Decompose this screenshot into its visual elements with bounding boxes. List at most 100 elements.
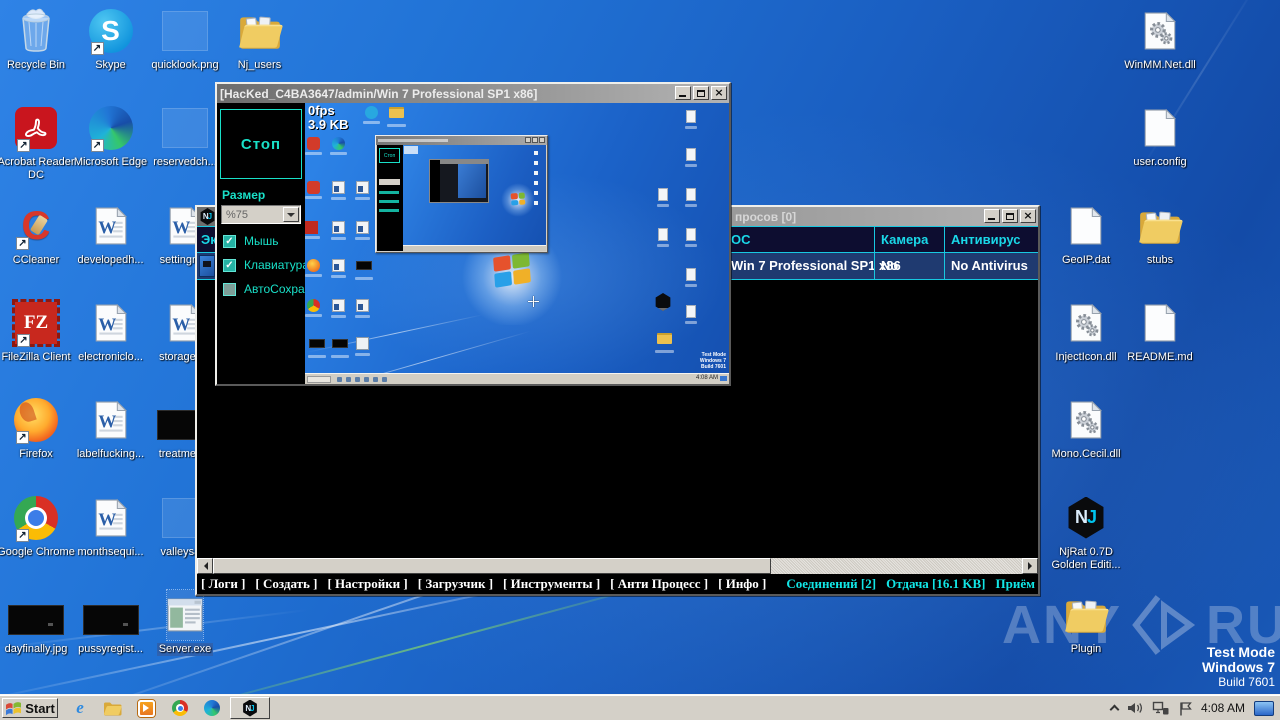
horizontal-scrollbar[interactable] — [197, 558, 1038, 574]
shortcut-arrow-icon: ↗ — [16, 528, 29, 542]
desktop-icon-firefox[interactable]: ↗ Firefox — [0, 395, 78, 461]
icon-label: Mono.Cecil.dll — [1051, 448, 1121, 461]
menu-item-1[interactable]: [ Создать ] — [255, 576, 317, 592]
viewer-titlebar[interactable]: [HacKed_C4BA3647/admin/Win 7 Professiona… — [217, 84, 729, 103]
stop-button[interactable]: Стоп — [220, 109, 302, 179]
checkbox-box[interactable]: ✓ — [223, 234, 236, 248]
desktop-icon-acrobat-reader-dc[interactable]: ↗ Acrobat Reader DC — [0, 103, 78, 182]
combobox-dropdown-button[interactable] — [283, 207, 299, 222]
desktop-icon-microsoft-edge[interactable]: ↗ Microsoft Edge — [69, 103, 153, 169]
nested-screen — [403, 145, 546, 251]
desktop-icon-nj-users[interactable]: Nj_users — [218, 6, 302, 72]
close-button[interactable]: × — [711, 86, 727, 100]
clock[interactable]: 4:08 AM — [1201, 701, 1245, 715]
taskbar-njrat-button[interactable]: NJ — [230, 697, 270, 719]
desktop-icon-skype[interactable]: S ↗ Skype — [69, 6, 153, 72]
checkbox-box[interactable] — [223, 282, 236, 296]
internet-explorer-icon[interactable]: e — [70, 698, 90, 717]
mini-icon — [655, 333, 674, 353]
traffic-value: 3.9 KB — [308, 117, 349, 132]
desktop-icon-recycle-bin[interactable]: Recycle Bin — [0, 6, 78, 72]
svg-text:W: W — [98, 412, 116, 432]
tray-expand-icon[interactable] — [1109, 704, 1120, 715]
desktop-icon-geoip-dat[interactable]: GeoIP.dat — [1044, 201, 1128, 267]
svg-text:W: W — [98, 509, 116, 529]
media-player-icon[interactable] — [136, 699, 156, 717]
desktop-icon-pussyregist[interactable]: pussyregist... — [69, 590, 153, 656]
scrollbar-track[interactable] — [771, 558, 1022, 574]
minimize-button[interactable] — [675, 86, 691, 100]
remote-screen-view[interactable]: 0fps 3.9 KB Стоп Test Mode Windows 7 Bui… — [305, 103, 729, 384]
desktop-icon-quicklook-png[interactable]: quicklook.png — [143, 6, 227, 72]
menu-item-2[interactable]: [ Настройки ] — [327, 576, 407, 592]
checkbox-клавиатура[interactable]: ✓ Клавиатура — [223, 258, 305, 272]
edge-icon[interactable] — [202, 699, 222, 717]
show-desktop-icon[interactable] — [1254, 700, 1274, 716]
desktop-icon-labelfucking[interactable]: Wlabelfucking... — [69, 395, 153, 461]
minimize-button[interactable] — [984, 209, 1000, 223]
firefox-icon: ↗ — [14, 395, 58, 445]
nj-logo-j: J — [207, 212, 213, 221]
column-camera[interactable]: Камера — [881, 232, 928, 247]
client-os: Win 7 Professional SP1 x86 — [731, 258, 901, 273]
desktop-icon-injecticon-dll[interactable]: InjectIcon.dll — [1044, 298, 1128, 364]
maximize-button[interactable] — [1002, 209, 1018, 223]
menu-item-4[interactable]: [ Инструменты ] — [503, 576, 600, 592]
start-button[interactable]: Start — [2, 698, 58, 718]
checkbox-автосохранение[interactable]: АвтоСохранение — [223, 282, 305, 296]
icon-label: stubs — [1146, 253, 1174, 266]
desktop-icon-winmm-net-dll[interactable]: WinMM.Net.dll — [1118, 6, 1202, 72]
desktop-icon-developedh[interactable]: Wdevelopedh... — [69, 201, 153, 267]
desktop-icon-plugin[interactable]: Plugin — [1044, 590, 1128, 656]
fps-value: 0fps — [308, 103, 335, 118]
stream-stats: 0fps 3.9 KB — [308, 104, 348, 132]
close-button[interactable]: × — [1020, 209, 1036, 223]
column-os[interactable]: ОС — [731, 232, 751, 247]
mini-icon — [355, 299, 370, 318]
scrollbar-thumb[interactable] — [213, 558, 771, 574]
checkbox-мышь[interactable]: ✓ Мышь — [223, 234, 305, 248]
maximize-button[interactable] — [693, 86, 709, 100]
desktop-icon-dayfinally-jpg[interactable]: dayfinally.jpg — [0, 590, 78, 656]
start-label: Start — [25, 700, 55, 716]
mini-icon — [355, 261, 373, 280]
mini-test-mode-label: Test Mode Windows 7 Build 7601 — [699, 352, 726, 370]
icon-label: Plugin — [1070, 642, 1102, 655]
desktop-icon-ccleaner[interactable]: C↗ CCleaner — [0, 201, 78, 267]
folder-icon — [1063, 590, 1109, 640]
action-center-flag-icon[interactable] — [1178, 701, 1192, 716]
folder-icon — [1137, 201, 1183, 251]
desktop-icon-electroniclo[interactable]: Welectroniclo... — [69, 298, 153, 364]
size-combobox[interactable]: %75 — [221, 205, 301, 224]
desktop-icon-stubs[interactable]: stubs — [1118, 201, 1202, 267]
desktop-icon-server-exe[interactable]: Server.exe — [143, 588, 227, 656]
desktop-icon-monthsequi[interactable]: Wmonthsequi... — [69, 493, 153, 559]
client-screen-thumbnail — [199, 255, 215, 277]
mini-icon — [305, 181, 322, 199]
menu-item-5[interactable]: [ Анти Процесс ] — [610, 576, 708, 592]
scroll-left-button[interactable] — [197, 558, 213, 574]
menu-item-3[interactable]: [ Загрузчик ] — [418, 576, 493, 592]
icon-label: developedh... — [77, 253, 144, 266]
desktop-icon-readme-md[interactable]: README.md — [1118, 298, 1202, 364]
menu-item-0[interactable]: [ Логи ] — [201, 576, 245, 592]
icon-label: Nj_users — [237, 59, 282, 71]
svg-text:W: W — [98, 217, 116, 237]
desktop-icon-njrat-0-7d-golden-editi[interactable]: N J NjRat 0.7D Golden Editi... — [1044, 493, 1128, 572]
mini-icon — [305, 299, 322, 317]
scroll-right-button[interactable] — [1022, 558, 1038, 574]
column-antivirus[interactable]: Антивирус — [951, 232, 1021, 247]
network-icon[interactable] — [1152, 701, 1169, 715]
chrome-icon[interactable] — [170, 699, 190, 717]
volume-icon[interactable] — [1127, 701, 1143, 715]
menu-item-6[interactable]: [ Инфо ] — [718, 576, 766, 592]
mini-icon — [355, 337, 370, 356]
desktop-icon-mono-cecil-dll[interactable]: Mono.Cecil.dll — [1044, 395, 1128, 461]
checkbox-box[interactable]: ✓ — [223, 258, 236, 272]
desktop-icon-google-chrome[interactable]: ↗ Google Chrome — [0, 493, 78, 559]
mini-icon — [331, 259, 346, 278]
explorer-folder-icon[interactable] — [102, 699, 122, 717]
desktop-icon-filezilla-client[interactable]: FZ ↗ FileZilla Client — [0, 298, 78, 364]
mini-icon — [331, 299, 346, 318]
desktop-icon-user-config[interactable]: user.config — [1118, 103, 1202, 169]
